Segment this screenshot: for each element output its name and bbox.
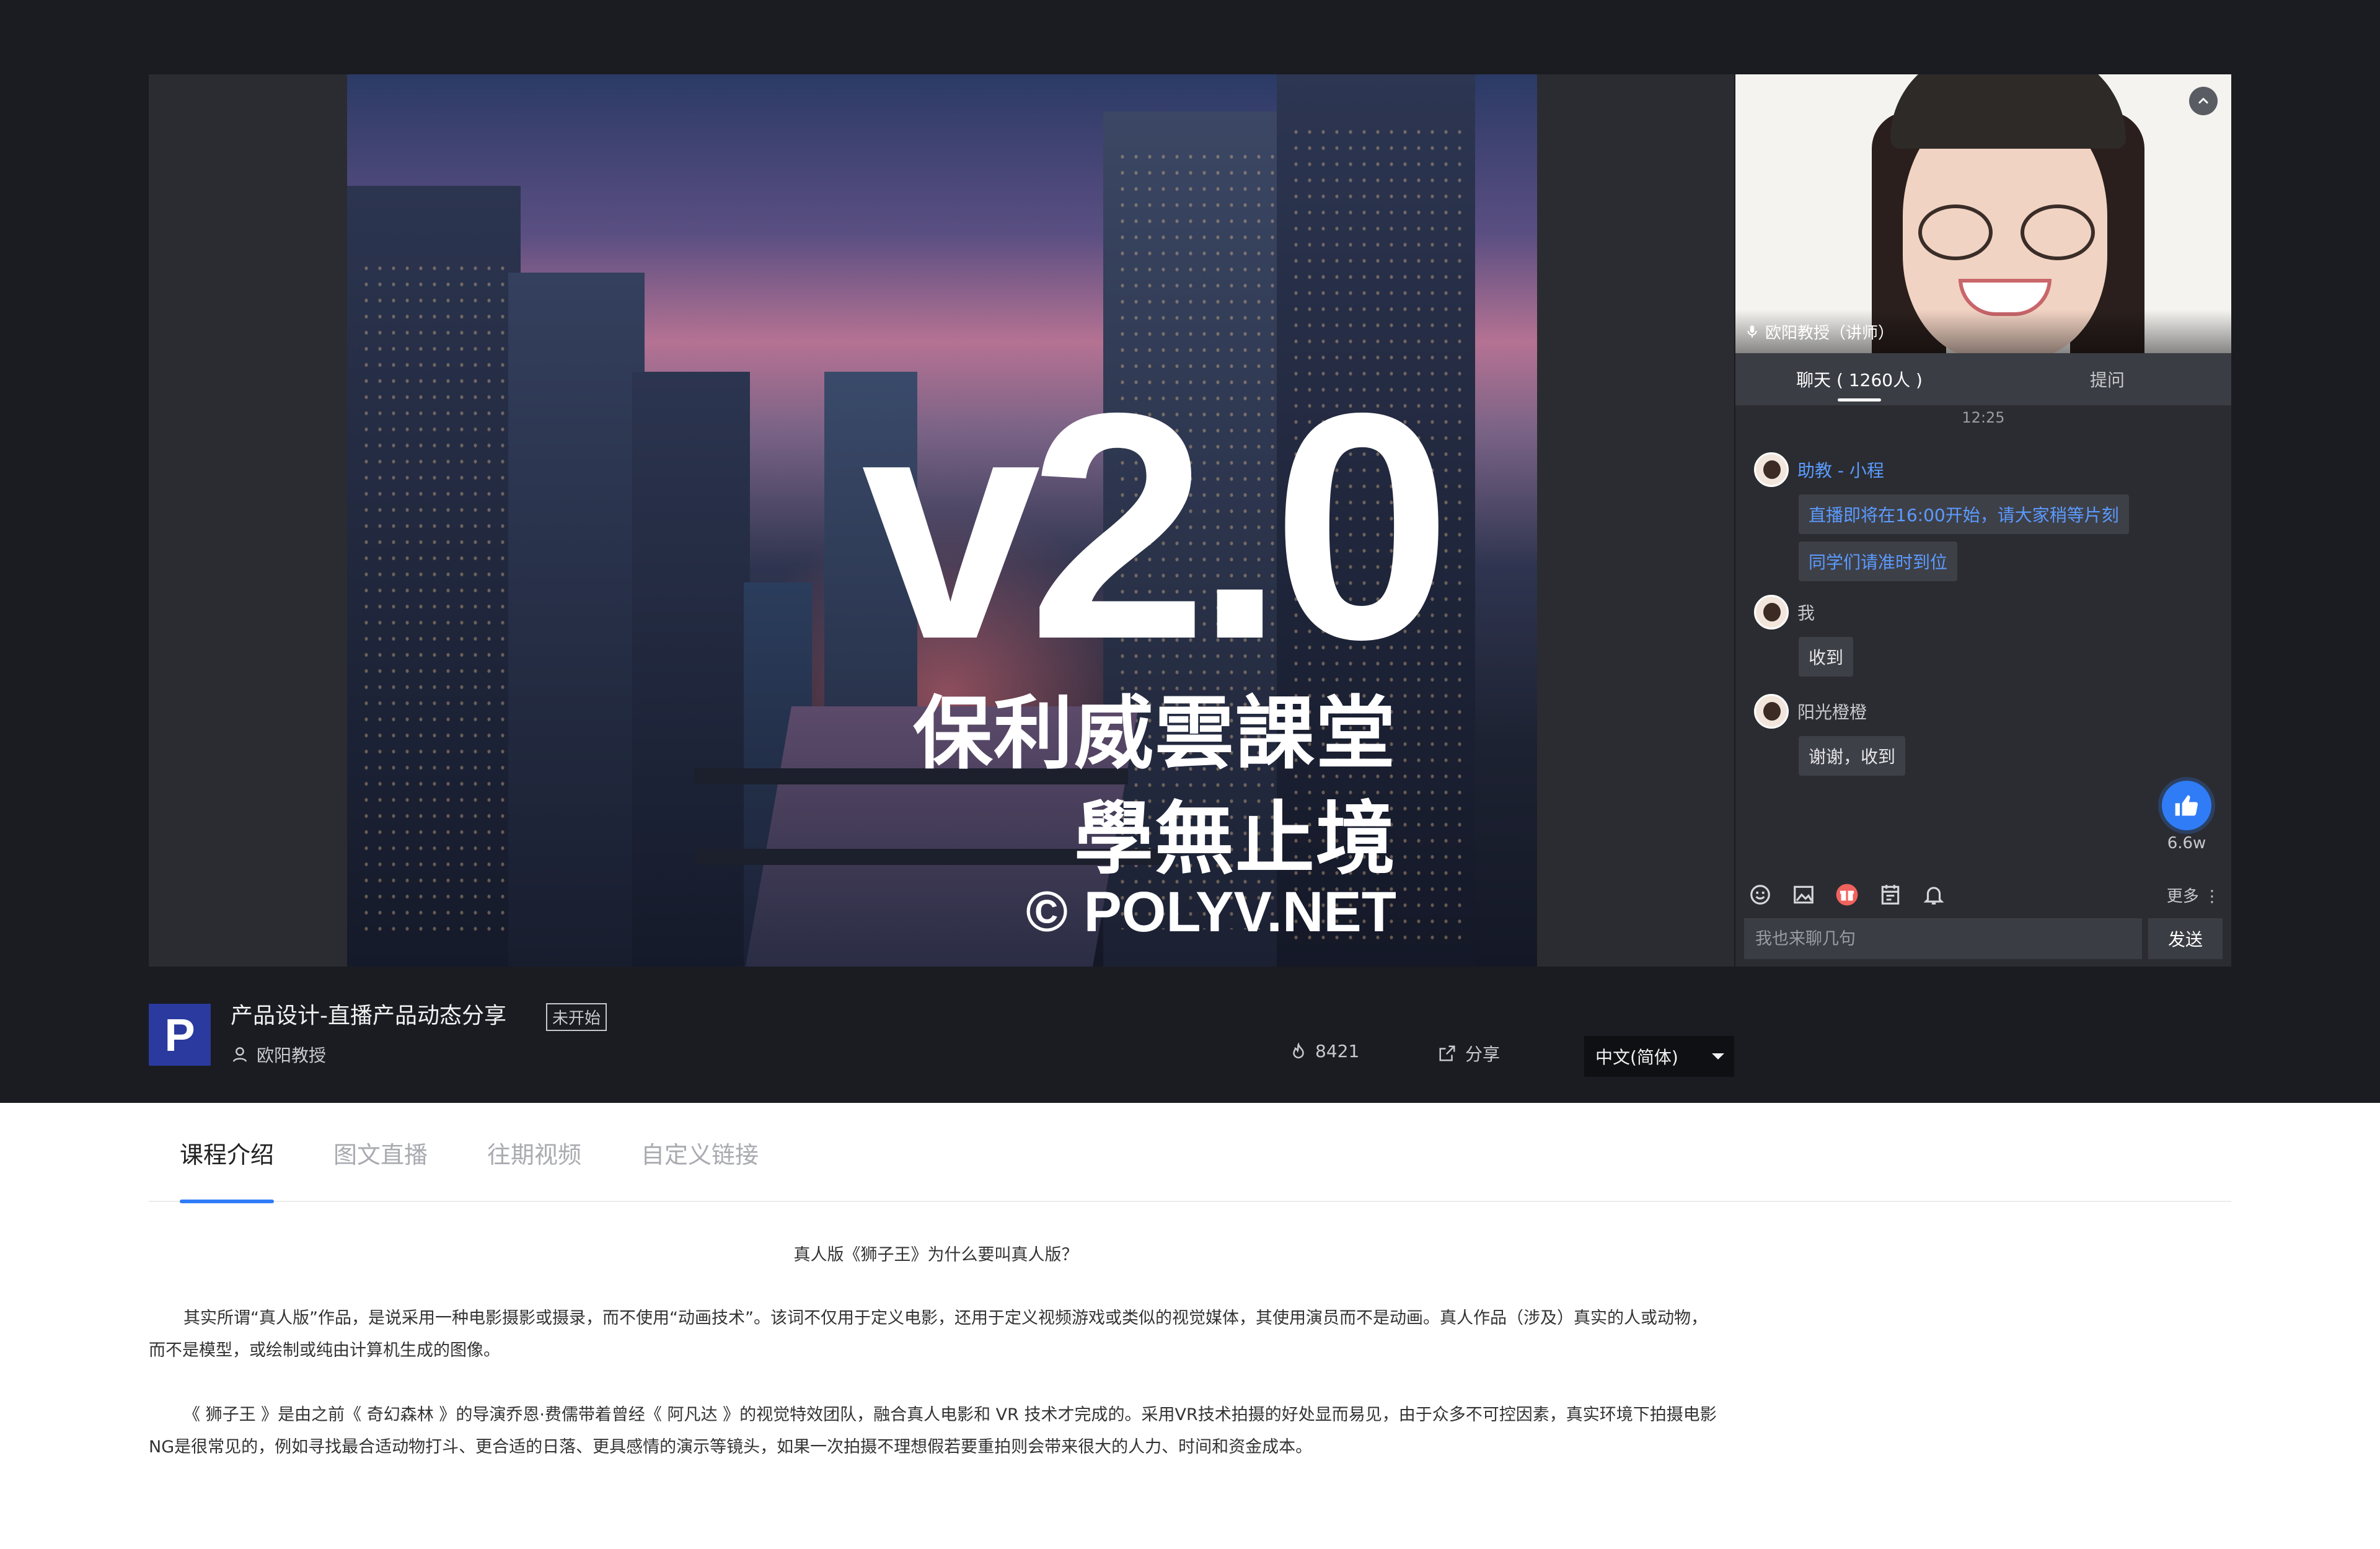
chat-bubble: 同学们请准时到位: [1799, 542, 1958, 581]
tab-live-text[interactable]: 图文直播: [333, 1103, 428, 1202]
tab-past-videos[interactable]: 往期视频: [487, 1103, 581, 1202]
like-count: 6.6w: [2167, 834, 2206, 853]
avatar: [1754, 452, 1789, 487]
microphone-icon: [1747, 325, 1757, 338]
chat-input-row: 发送: [1744, 918, 2223, 959]
teacher-name: 欧阳教授: [231, 1042, 326, 1067]
emoji-button[interactable]: [1747, 881, 1774, 908]
teacher-cap: [1890, 74, 2126, 149]
course-title: 产品设计-直播产品动态分享: [231, 1003, 506, 1029]
article-title: 真人版《狮子王》为什么要叫真人版？: [793, 1245, 1078, 1265]
send-button[interactable]: 发送: [2148, 918, 2223, 959]
video-player[interactable]: v2.0 保利威雲課堂 學無止境 © POLYV.NET 弹幕: [149, 74, 1734, 967]
poster-windows: [359, 260, 508, 942]
teacher-glasses: [1918, 204, 2098, 260]
poster-building: [508, 273, 645, 967]
tab-chat[interactable]: 聊天 ( 1260人 ): [1735, 353, 1983, 405]
poster-brand-line2: 學無止境: [1073, 793, 1396, 885]
status-badge: 未开始: [546, 1003, 607, 1031]
user-icon: [232, 1047, 247, 1062]
chevron-up-icon: [2198, 97, 2209, 104]
article-paragraph: 《 狮子王 》是由之前《 奇幻森林 》的导演乔恩·费儒带着曾经《 阿凡达 》的视…: [149, 1405, 1717, 1457]
image-icon: [1794, 885, 1814, 904]
notice-button[interactable]: [1877, 881, 1904, 908]
like-button[interactable]: [2162, 781, 2211, 830]
poster-building: [632, 372, 750, 967]
chat-sender: 助教 - 小程: [1797, 460, 1884, 481]
article-paragraph: 其实所谓“真人版”作品，是说采用一种电影摄影或摄录，而不使用“动画技术”。该词不…: [149, 1309, 1708, 1360]
logo-letter: P: [164, 1009, 195, 1061]
language-value: 中文(简体): [1595, 1047, 1678, 1068]
chat-sender: 阳光橙橙: [1797, 702, 1867, 722]
chat-toolbar: 更多 ⋮: [1735, 872, 2231, 917]
course-intro-article: 真人版《狮子王》为什么要叫真人版？ 其实所谓“真人版”作品，是说采用一种电影摄影…: [149, 1239, 1723, 1496]
side-panel: 欧阳教授（讲师） 聊天 ( 1260人 ) 提问 12:25 助教 - 小程 直…: [1735, 74, 2231, 967]
more-button[interactable]: 更多 ⋮: [2167, 884, 2220, 906]
tab-questions[interactable]: 提问: [1983, 353, 2231, 405]
chat-bubble: 直播即将在16:00开始，请大家稍等片刻: [1799, 494, 2129, 534]
teacher-name-text: 欧阳教授: [257, 1045, 327, 1066]
poster-version-text: v2.0: [862, 346, 1452, 706]
tab-custom-links[interactable]: 自定义链接: [641, 1103, 759, 1202]
chat-sender: 我: [1797, 603, 1815, 623]
bell-button[interactable]: [1920, 881, 1947, 908]
collapse-camera-button[interactable]: [2189, 87, 2218, 115]
share-button[interactable]: 分享: [1438, 1041, 1500, 1066]
chat-bubble: 收到: [1799, 637, 1854, 677]
bell-icon: [1923, 887, 1944, 905]
avatar: [1754, 694, 1789, 729]
chat-bubble: 谢谢，收到: [1799, 736, 1906, 776]
notice-icon: [1881, 885, 1900, 905]
gift-button[interactable]: [1833, 881, 1861, 908]
channel-logo: P: [149, 1004, 211, 1066]
language-select[interactable]: 中文(简体): [1584, 1036, 1734, 1077]
chat-message: 阳光橙橙 谢谢，收到: [1754, 694, 2225, 776]
teacher-camera: 欧阳教授（讲师）: [1735, 74, 2231, 353]
poster-brand-line1: 保利威雲課堂: [912, 688, 1396, 780]
teacher-label-text: 欧阳教授（讲师）: [1765, 323, 1895, 343]
chat-input[interactable]: [1744, 918, 2142, 959]
chat-tabs: 聊天 ( 1260人 ) 提问: [1735, 353, 2231, 405]
share-icon: [1439, 1045, 1455, 1061]
poster-url: © POLYV.NET: [1026, 880, 1396, 944]
thumbs-up-icon: [2175, 795, 2198, 816]
teacher-label: 欧阳教授（讲师）: [1735, 310, 2231, 353]
chevron-down-icon: [1712, 1053, 1724, 1060]
tab-course-intro[interactable]: 课程介绍: [180, 1103, 275, 1203]
emoji-icon: [1750, 885, 1770, 905]
chat-message: 助教 - 小程 直播即将在16:00开始，请大家稍等片刻 同学们请准时到位: [1754, 452, 2225, 581]
view-count-text: 8421: [1315, 1041, 1360, 1061]
chat-message: 我 收到: [1754, 595, 2225, 677]
share-label: 分享: [1465, 1044, 1501, 1064]
gift-icon: [1836, 884, 1858, 906]
content-tabs: 课程介绍 图文直播 往期视频 自定义链接: [149, 1103, 2231, 1203]
avatar: [1754, 595, 1789, 630]
view-count: 8421: [1289, 1041, 1359, 1061]
flame-icon: [1293, 1042, 1304, 1058]
image-button[interactable]: [1790, 881, 1817, 908]
chat-timestamp: 12:25: [1962, 409, 2005, 426]
